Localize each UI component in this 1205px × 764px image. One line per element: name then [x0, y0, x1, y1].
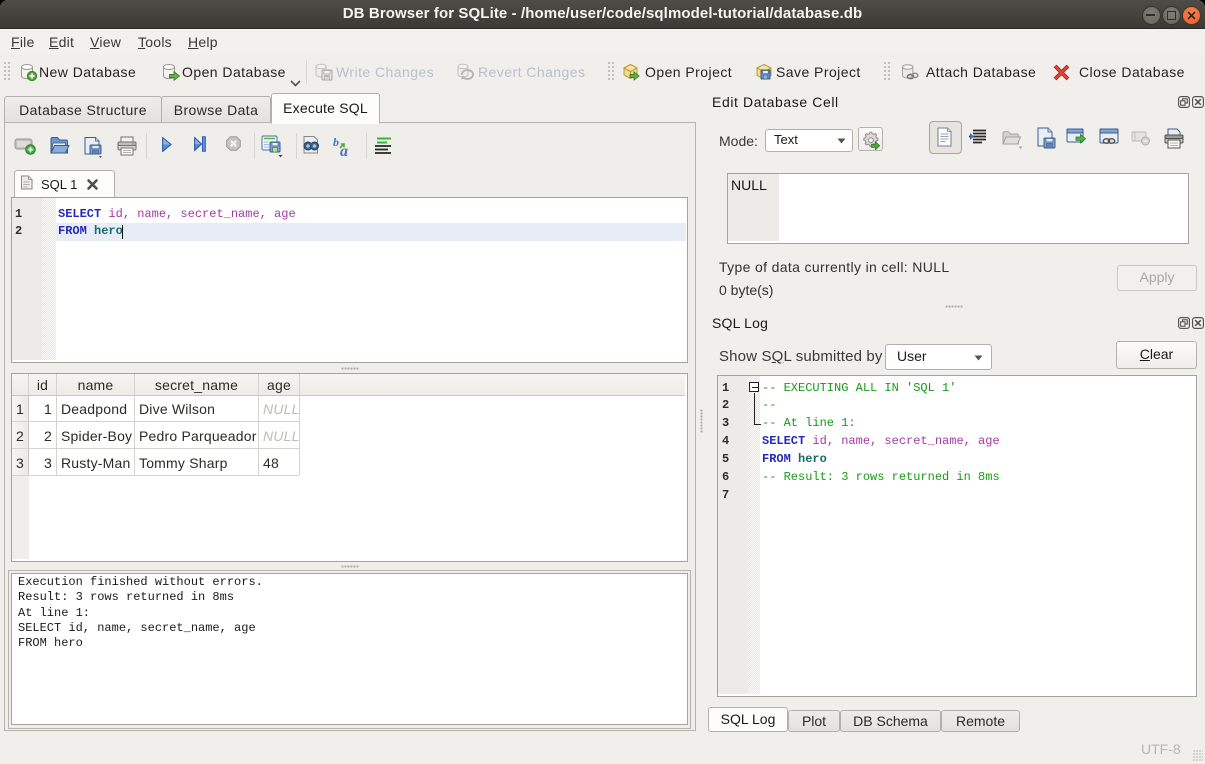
svg-text:b: b — [333, 135, 339, 149]
